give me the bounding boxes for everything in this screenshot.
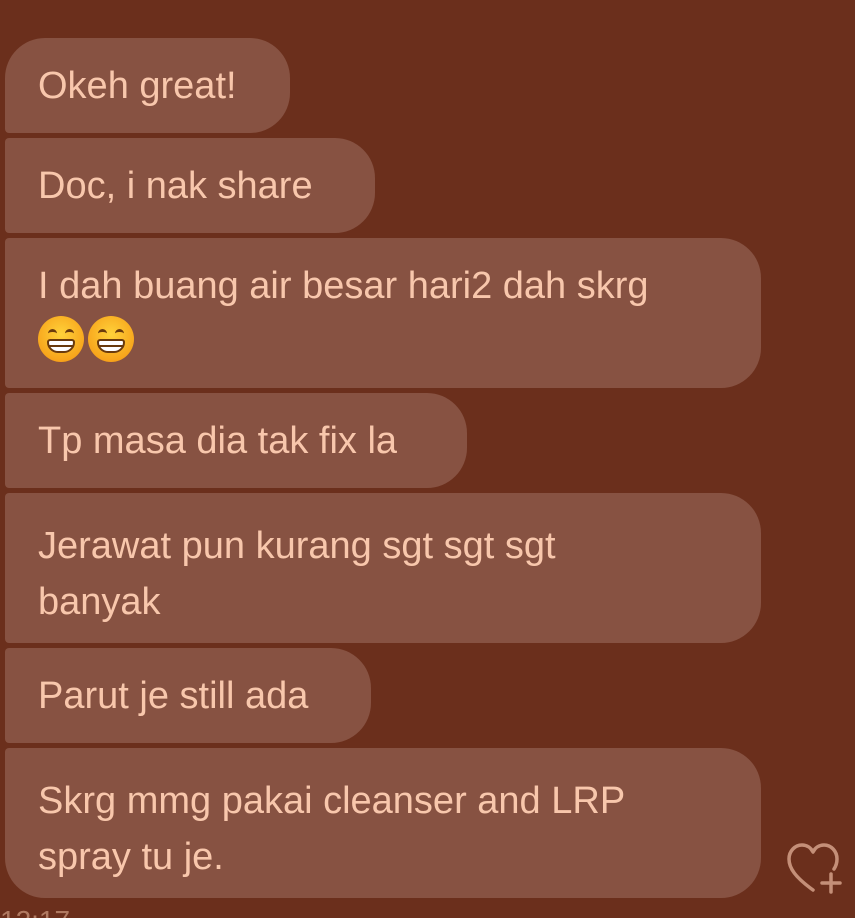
message-timestamp: 12:17: [0, 905, 70, 918]
message-text-line: banyak: [38, 581, 161, 623]
chat-thread: Okeh great! Doc, i nak share I dah buang…: [0, 0, 855, 918]
message-text: I dah buang air besar hari2 dah skrg: [38, 265, 649, 307]
message-text: Okeh great!: [38, 64, 237, 107]
message-bubble[interactable]: I dah buang air besar hari2 dah skrg: [5, 238, 761, 388]
message-bubble[interactable]: Skrg mmg pakai cleanser and LRP spray tu…: [5, 748, 761, 898]
heart-add-icon[interactable]: [785, 840, 845, 900]
message-bubble[interactable]: Jerawat pun kurang sgt sgt sgt banyak: [5, 493, 761, 643]
grinning-face-emoji: [88, 316, 134, 362]
message-text-line: Skrg mmg pakai cleanser and LRP: [38, 780, 626, 822]
message-text: Doc, i nak share: [38, 164, 313, 207]
message-text: Parut je still ada: [38, 674, 309, 717]
message-bubble[interactable]: Okeh great!: [5, 38, 290, 133]
message-text: Tp masa dia tak fix la: [38, 419, 398, 462]
message-bubble[interactable]: Tp masa dia tak fix la: [5, 393, 467, 488]
message-text-line: Jerawat pun kurang sgt sgt sgt: [38, 525, 556, 567]
message-bubble[interactable]: Doc, i nak share: [5, 138, 375, 233]
message-bubble[interactable]: Parut je still ada: [5, 648, 371, 743]
message-text-line: spray tu je.: [38, 836, 224, 878]
emoji-row: [38, 316, 728, 362]
grinning-face-emoji: [38, 316, 84, 362]
